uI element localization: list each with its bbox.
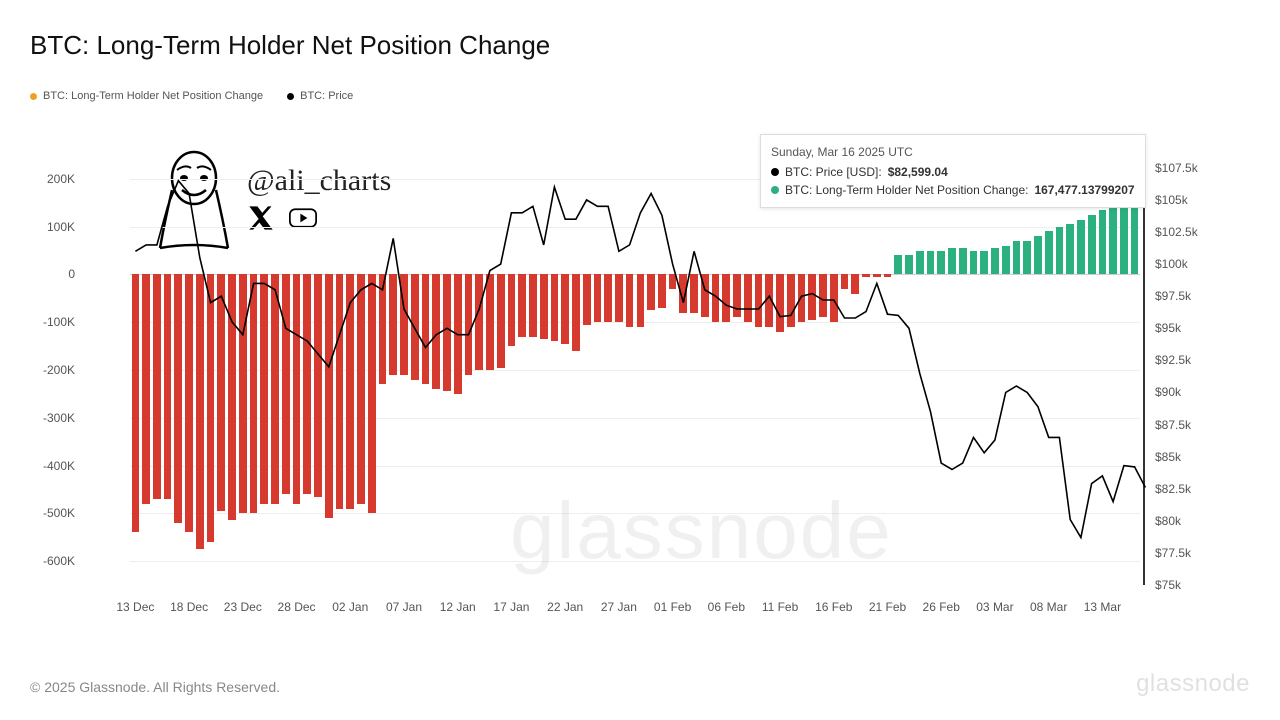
tooltip-lth-label: BTC: Long-Term Holder Net Position Chang… xyxy=(785,181,1028,199)
legend-dot-orange xyxy=(30,93,37,100)
chart-title: BTC: Long-Term Holder Net Position Chang… xyxy=(30,30,550,61)
legend: BTC: Long-Term Holder Net Position Chang… xyxy=(30,90,353,102)
tooltip-dot-black xyxy=(771,168,779,176)
tooltip-lth-row: BTC: Long-Term Holder Net Position Chang… xyxy=(771,181,1135,199)
legend-item-lth: BTC: Long-Term Holder Net Position Chang… xyxy=(30,90,263,102)
tooltip: Sunday, Mar 16 2025 UTC BTC: Price [USD]… xyxy=(760,134,1146,208)
footer-copyright: © 2025 Glassnode. All Rights Reserved. xyxy=(30,679,280,695)
legend-label-2: BTC: Price xyxy=(300,90,353,102)
legend-dot-black xyxy=(287,93,294,100)
chart-plot-area[interactable]: glassnode xyxy=(130,155,1140,585)
tooltip-lth-value: 167,477.13799207 xyxy=(1034,181,1134,199)
tooltip-price-label: BTC: Price [USD]: xyxy=(785,163,882,181)
tooltip-dot-green xyxy=(771,186,779,194)
tooltip-price-value: $82,599.04 xyxy=(888,163,948,181)
legend-item-price: BTC: Price xyxy=(287,90,353,102)
legend-label-1: BTC: Long-Term Holder Net Position Chang… xyxy=(43,90,263,102)
tooltip-price-row: BTC: Price [USD]: $82,599.04 xyxy=(771,163,1135,181)
tooltip-date: Sunday, Mar 16 2025 UTC xyxy=(771,143,1135,161)
right-axis-line xyxy=(1143,155,1145,585)
price-line xyxy=(130,155,1140,585)
footer-logo: glassnode xyxy=(1136,670,1250,698)
